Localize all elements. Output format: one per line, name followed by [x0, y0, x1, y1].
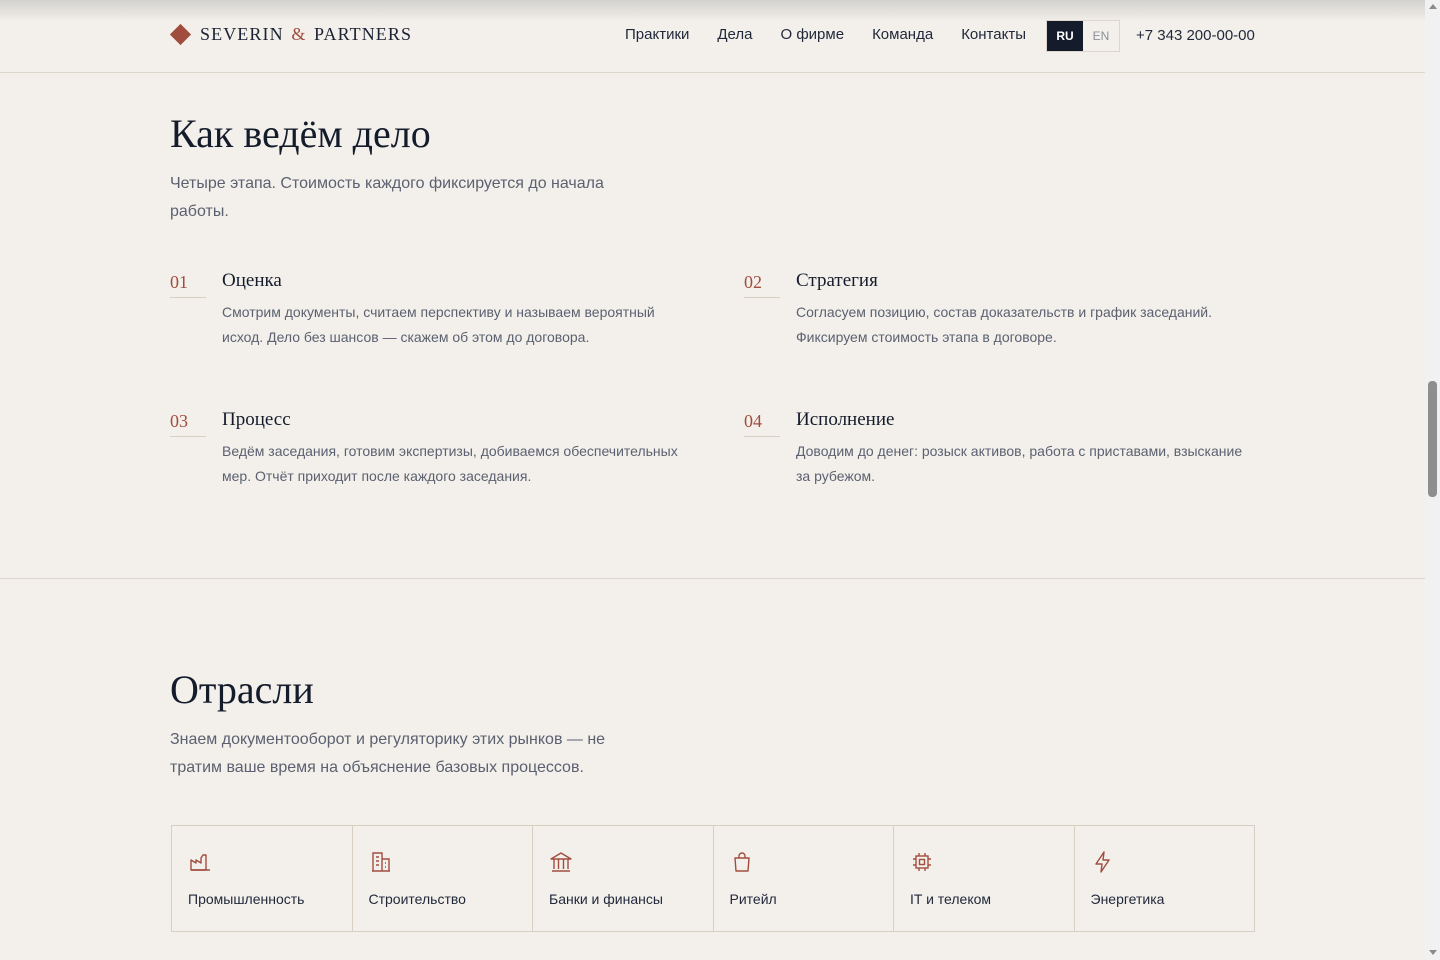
industry-card[interactable]: Промышленность: [172, 826, 353, 931]
process-title: Как ведём дело: [170, 111, 431, 156]
vertical-scrollbar[interactable]: [1425, 0, 1440, 960]
chip-icon: [913, 853, 931, 871]
step-description: Ведём заседания, готовим экспертизы, доб…: [222, 443, 678, 484]
step-number: 03: [170, 411, 206, 437]
industries-grid: Промышленность Строительство Банки и фин…: [171, 825, 1255, 932]
step-title: Оценка: [222, 270, 282, 291]
industry-card[interactable]: IT и телеком: [894, 826, 1075, 931]
main-nav: Практики Дела О фирме Команда Контакты: [625, 26, 1026, 43]
shopping-bag-icon: [733, 852, 750, 872]
scroll-up-arrow-icon[interactable]: [1429, 4, 1437, 9]
industry-label: Банки и финансы: [549, 891, 663, 907]
logo-text: SEVERIN & PARTNERS: [200, 24, 412, 45]
site-header: SEVERIN & PARTNERS Практики Дела О фирме…: [0, 0, 1425, 73]
step-description: Смотрим документы, считаем перспективу и…: [222, 304, 655, 345]
scroll-down-arrow-icon[interactable]: [1429, 950, 1437, 955]
step-number: 04: [744, 411, 780, 437]
lightning-icon: [1094, 851, 1110, 873]
process-lead: Четыре этапа. Стоимость каждого фиксируе…: [170, 175, 604, 220]
logo-right: PARTNERS: [314, 24, 413, 44]
nav-team[interactable]: Команда: [872, 26, 933, 43]
industries-lead: Знаем документооборот и регуляторику эти…: [170, 731, 606, 776]
header-shadow: [0, 0, 1425, 22]
step-title: Исполнение: [796, 409, 895, 430]
lang-ru-button[interactable]: RU: [1047, 21, 1083, 51]
section-divider: [0, 578, 1425, 579]
bank-icon: [550, 852, 572, 872]
industry-label: Строительство: [368, 891, 466, 907]
industry-label: Ритейл: [729, 891, 777, 907]
step-description: Согласуем позицию, состав доказательств …: [796, 304, 1213, 345]
step-number: 01: [170, 272, 206, 298]
factory-icon: [190, 854, 210, 871]
logo[interactable]: SEVERIN & PARTNERS: [169, 23, 412, 46]
page: SEVERIN & PARTNERS Практики Дела О фирме…: [0, 0, 1425, 960]
industry-label: Энергетика: [1090, 891, 1165, 907]
diamond-logo-icon: [169, 23, 192, 46]
industry-label: IT и телеком: [910, 891, 992, 907]
industry-card[interactable]: Строительство: [353, 826, 533, 931]
industry-card[interactable]: Ритейл: [714, 826, 894, 931]
industries-title: Отрасли: [170, 667, 314, 712]
nav-contacts[interactable]: Контакты: [961, 26, 1026, 43]
industry-card[interactable]: Энергетика: [1075, 826, 1255, 931]
industry-label: Промышленность: [188, 891, 305, 907]
logo-left: SEVERIN: [200, 24, 284, 44]
building-icon: [371, 852, 390, 872]
nav-practices[interactable]: Практики: [625, 26, 689, 43]
nav-about[interactable]: О фирме: [781, 26, 845, 43]
language-switcher: RU EN: [1046, 20, 1120, 52]
logo-amp: &: [291, 24, 307, 44]
phone-link[interactable]: +7 343 200-00-00: [1136, 27, 1255, 44]
step-title: Процесс: [222, 409, 291, 430]
industry-card[interactable]: Банки и финансы: [533, 826, 714, 931]
lang-en-button[interactable]: EN: [1083, 21, 1119, 51]
step-number: 02: [744, 272, 780, 298]
nav-cases[interactable]: Дела: [717, 26, 752, 43]
step-description: Доводим до денег: розыск активов, работа…: [796, 443, 1243, 484]
step-title: Стратегия: [796, 270, 878, 291]
scrollbar-thumb[interactable]: [1428, 381, 1437, 497]
